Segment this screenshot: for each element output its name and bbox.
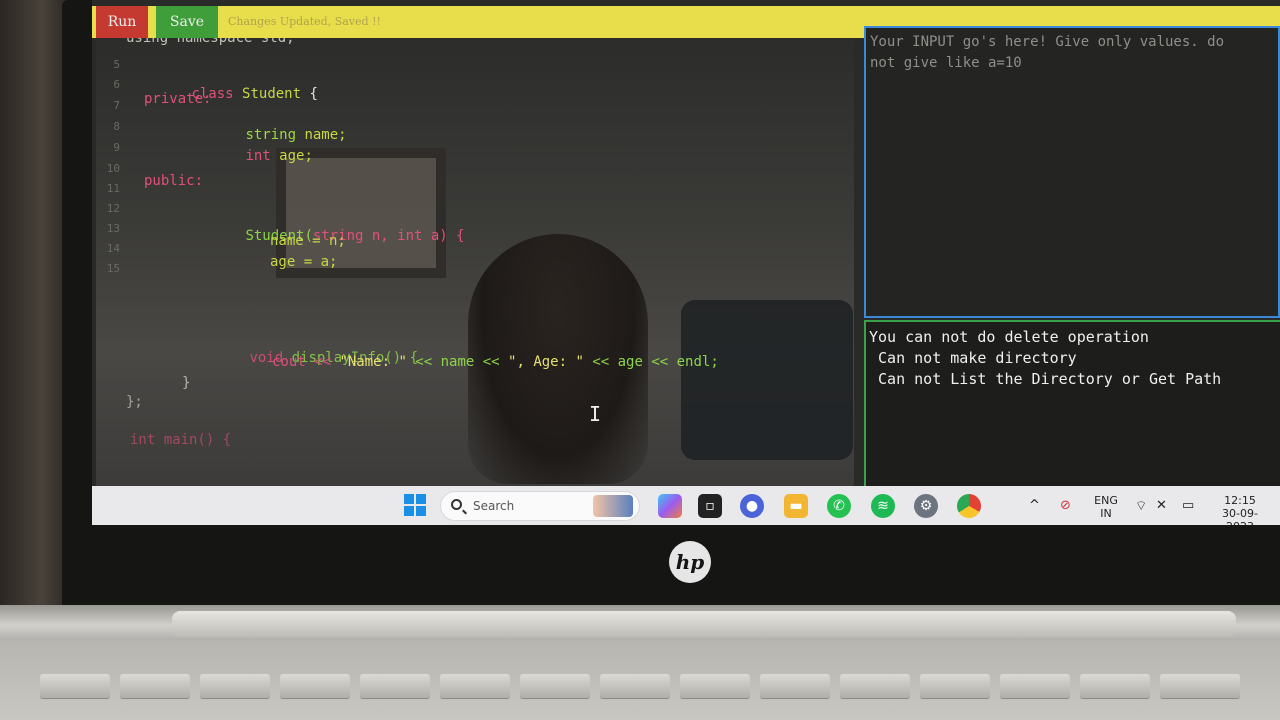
input-placeholder-text: Your INPUT go's here! Give only values. … [870, 34, 1225, 71]
keyboard-key [40, 674, 110, 698]
output-line: Can not List the Directory or Get Path [869, 370, 1222, 388]
keyboard-key [360, 674, 430, 698]
keyboard-key [280, 674, 350, 698]
hp-logo-text: hp [675, 550, 705, 574]
clock-time: 12:15 [1224, 494, 1256, 507]
photo-scene: Run Save Changes Updated, Saved !! 5 6 7… [0, 0, 1280, 720]
windows-start-icon[interactable] [404, 494, 426, 516]
save-button[interactable]: Save [156, 6, 218, 38]
program-output-panel: You can not do delete operation Can not … [864, 320, 1280, 486]
language-indicator[interactable]: ENG IN [1092, 494, 1120, 520]
keyboard-key [920, 674, 990, 698]
battery-icon[interactable]: ▭ [1182, 498, 1194, 513]
weather-widget[interactable] [134, 490, 137, 503]
code-line: public: [144, 173, 204, 189]
line-number: 11 [106, 182, 120, 195]
save-status-text: Changes Updated, Saved !! [228, 15, 381, 28]
volume-muted-icon[interactable]: ✕ [1156, 498, 1167, 513]
code-token: int [245, 148, 271, 164]
run-button[interactable]: Run [96, 6, 148, 38]
clock[interactable]: 12:15 30-09-2023 [1210, 494, 1270, 525]
code-line: } [182, 375, 191, 391]
code-line: }; [126, 394, 143, 410]
search-placeholder: Search [473, 499, 515, 513]
code-token: << name << [406, 354, 509, 370]
keyboard-key [680, 674, 750, 698]
code-token: << [305, 354, 340, 370]
keyboard-key [440, 674, 510, 698]
background-wall [0, 0, 70, 640]
code-token: ", Age: " [508, 354, 584, 370]
chevron-up-icon[interactable]: ^ [1029, 498, 1040, 513]
keyboard-key [600, 674, 670, 698]
line-number: 12 [106, 202, 120, 215]
code-token: age; [279, 148, 313, 164]
output-line: Can not make directory [869, 349, 1077, 367]
line-number: 9 [113, 141, 120, 154]
file-explorer-icon[interactable]: ▬ [784, 494, 808, 518]
line-number: 13 [106, 222, 120, 235]
keyboard-key [840, 674, 910, 698]
code-token: "Name: " [339, 354, 407, 370]
reflection-frame [681, 300, 853, 460]
line-number: 15 [106, 262, 120, 275]
laptop-hinge-bar [172, 611, 1236, 637]
keyboard-key [1080, 674, 1150, 698]
code-line: cout << "Name: " << name << ", Age: " <<… [272, 354, 719, 370]
laptop-keyboard-deck [0, 640, 1280, 720]
code-token: << age << endl; [583, 354, 719, 370]
program-input-panel[interactable]: Your INPUT go's here! Give only values. … [864, 26, 1280, 318]
chrome-icon[interactable] [957, 494, 981, 518]
code-line: age = a; [270, 254, 338, 270]
keyboard-key [1160, 674, 1240, 698]
search-highlight-image [593, 495, 633, 517]
line-number: 6 [113, 78, 120, 91]
chat-icon[interactable]: ● [740, 494, 764, 518]
taskbar-search-box[interactable]: Search [440, 491, 640, 521]
line-number: 10 [106, 162, 120, 175]
code-token: Student [242, 86, 302, 102]
keyboard-key [520, 674, 590, 698]
code-line: name = n; [270, 233, 346, 249]
network-status-icon[interactable]: ⊘ [1060, 498, 1071, 513]
line-number-gutter: 5 6 7 8 9 10 11 12 13 14 15 [96, 38, 122, 486]
copilot-icon[interactable] [658, 494, 682, 518]
code-editor[interactable]: 5 6 7 8 9 10 11 12 13 14 15 using namesp… [96, 38, 854, 486]
code-token: { [309, 86, 318, 102]
clock-date: 30-09-2023 [1222, 507, 1258, 525]
wifi-icon[interactable]: ⌔ [1135, 498, 1147, 514]
line-number: 14 [106, 242, 120, 255]
keyboard-key [120, 674, 190, 698]
settings-gear-icon[interactable]: ⚙ [914, 494, 938, 518]
line-number: 7 [113, 99, 120, 112]
search-icon [451, 499, 462, 510]
keyboard-key [760, 674, 830, 698]
windows-taskbar: Search ▫ ● ▬ ✆ ≋ ⚙ ^ ⊘ ENG IN ⌔ ✕ ▭ 12:1… [92, 486, 1280, 525]
keyboard-key [200, 674, 270, 698]
keyboard-key [1000, 674, 1070, 698]
region-code: IN [1100, 507, 1112, 520]
spotify-icon[interactable]: ≋ [871, 494, 895, 518]
language-code: ENG [1094, 494, 1118, 507]
code-line: int main() { [130, 432, 232, 448]
laptop-screen: Run Save Changes Updated, Saved !! 5 6 7… [92, 0, 1280, 525]
line-number: 8 [113, 120, 120, 133]
text-cursor-icon: I [589, 402, 602, 426]
code-token: cout [272, 354, 306, 370]
code-line: private: [144, 91, 212, 107]
output-line: You can not do delete operation [869, 328, 1149, 346]
line-number: 5 [113, 58, 120, 71]
task-view-icon[interactable]: ▫ [698, 494, 722, 518]
code-line: using namespace std; [126, 38, 295, 46]
whatsapp-icon[interactable]: ✆ [827, 494, 851, 518]
